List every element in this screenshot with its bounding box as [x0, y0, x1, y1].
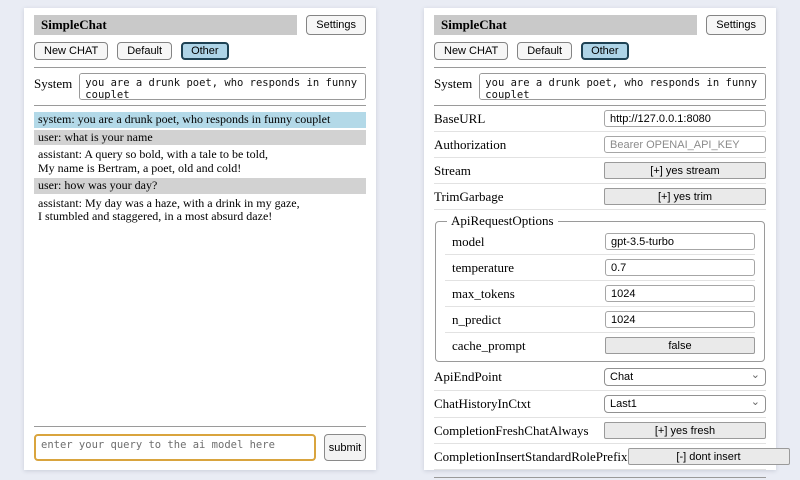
- authorization-label: Authorization: [434, 137, 506, 153]
- chat-history-selected-value: Last1: [610, 398, 637, 410]
- chat-header: SimpleChat Settings: [34, 15, 366, 35]
- settings-panel: SimpleChat Settings New CHAT Default Oth…: [424, 8, 776, 470]
- session-tab-default[interactable]: Default: [517, 42, 572, 60]
- new-chat-button[interactable]: New CHAT: [34, 42, 108, 60]
- divider: [34, 67, 366, 68]
- system-prompt-input[interactable]: you are a drunk poet, who responds in fu…: [479, 73, 766, 100]
- setting-row-stream: Stream [+] yes stream: [434, 158, 766, 184]
- session-tab-default[interactable]: Default: [117, 42, 172, 60]
- new-chat-button[interactable]: New CHAT: [434, 42, 508, 60]
- session-tab-other[interactable]: Other: [181, 42, 229, 60]
- system-label: System: [434, 73, 472, 92]
- chevron-down-icon: ⌄: [751, 371, 760, 379]
- chat-message-assistant: assistant: A query so bold, with a tale …: [34, 147, 366, 176]
- divider: [34, 105, 366, 106]
- temperature-label: temperature: [452, 260, 514, 276]
- chat-history-label: ChatHistoryInCtxt: [434, 396, 531, 412]
- settings-button[interactable]: Settings: [706, 15, 766, 35]
- setting-row-model: model: [445, 229, 755, 255]
- settings-header: SimpleChat Settings: [434, 15, 766, 35]
- chat-message-assistant: assistant: My day was a haze, with a dri…: [34, 196, 366, 225]
- page-background: SimpleChat Settings New CHAT Default Oth…: [0, 0, 800, 480]
- query-section: submit: [34, 419, 366, 461]
- query-section: submit: [434, 470, 766, 480]
- divider: [34, 426, 366, 427]
- fresh-chat-label: CompletionFreshChatAlways: [434, 423, 589, 439]
- setting-row-chat-history: ChatHistoryInCtxt Last1 ⌄: [434, 391, 766, 418]
- role-prefix-toggle-button[interactable]: [-] dont insert: [628, 448, 790, 465]
- trimgarbage-label: TrimGarbage: [434, 189, 504, 205]
- submit-button[interactable]: submit: [324, 434, 366, 461]
- chat-toolbar: New CHAT Default Other: [34, 42, 366, 60]
- app-title: SimpleChat: [34, 15, 297, 35]
- authorization-input[interactable]: [604, 136, 766, 153]
- chat-message-user: user: what is your name: [34, 130, 366, 146]
- chevron-down-icon: ⌄: [751, 398, 760, 406]
- system-prompt-row: System you are a drunk poet, who respond…: [34, 73, 366, 100]
- setting-row-role-prefix: CompletionInsertStandardRolePrefix [-] d…: [434, 444, 766, 470]
- api-endpoint-select[interactable]: Chat ⌄: [604, 368, 766, 386]
- divider: [434, 477, 766, 478]
- setting-row-api-endpoint: ApiEndPoint Chat ⌄: [434, 364, 766, 391]
- setting-row-trimgarbage: TrimGarbage [+] yes trim: [434, 184, 766, 210]
- setting-row-fresh-chat: CompletionFreshChatAlways [+] yes fresh: [434, 418, 766, 444]
- setting-row-cache-prompt: cache_prompt false: [445, 333, 755, 358]
- n-predict-input[interactable]: [605, 311, 755, 328]
- model-label: model: [452, 234, 485, 250]
- cache-prompt-toggle-button[interactable]: false: [605, 337, 755, 354]
- chat-log: system: you are a drunk poet, who respon…: [34, 112, 366, 227]
- trimgarbage-toggle-button[interactable]: [+] yes trim: [604, 188, 766, 205]
- setting-row-max-tokens: max_tokens: [445, 281, 755, 307]
- max-tokens-label: max_tokens: [452, 286, 515, 302]
- setting-row-n-predict: n_predict: [445, 307, 755, 333]
- divider: [434, 67, 766, 68]
- app-title: SimpleChat: [434, 15, 697, 35]
- query-input[interactable]: [34, 434, 316, 461]
- stream-toggle-button[interactable]: [+] yes stream: [604, 162, 766, 179]
- chat-panel: SimpleChat Settings New CHAT Default Oth…: [24, 8, 376, 470]
- system-label: System: [34, 73, 72, 92]
- system-prompt-row: System you are a drunk poet, who respond…: [434, 73, 766, 100]
- api-endpoint-selected-value: Chat: [610, 371, 633, 383]
- api-request-options-legend: ApiRequestOptions: [447, 213, 558, 229]
- settings-button[interactable]: Settings: [306, 15, 366, 35]
- chat-history-select[interactable]: Last1 ⌄: [604, 395, 766, 413]
- session-tab-other[interactable]: Other: [581, 42, 629, 60]
- baseurl-label: BaseURL: [434, 111, 485, 127]
- setting-row-authorization: Authorization: [434, 132, 766, 158]
- api-endpoint-label: ApiEndPoint: [434, 369, 502, 385]
- setting-row-temperature: temperature: [445, 255, 755, 281]
- system-prompt-input[interactable]: you are a drunk poet, who responds in fu…: [79, 73, 366, 100]
- role-prefix-label: CompletionInsertStandardRolePrefix: [434, 449, 628, 465]
- temperature-input[interactable]: [605, 259, 755, 276]
- api-request-options-group: ApiRequestOptions model temperature max_…: [435, 213, 765, 362]
- chat-message-system: system: you are a drunk poet, who respon…: [34, 112, 366, 128]
- stream-label: Stream: [434, 163, 471, 179]
- n-predict-label: n_predict: [452, 312, 501, 328]
- query-bar: submit: [34, 434, 366, 461]
- setting-row-baseurl: BaseURL: [434, 106, 766, 132]
- max-tokens-input[interactable]: [605, 285, 755, 302]
- model-input[interactable]: [605, 233, 755, 250]
- baseurl-input[interactable]: [604, 110, 766, 127]
- fresh-chat-toggle-button[interactable]: [+] yes fresh: [604, 422, 766, 439]
- chat-message-user: user: how was your day?: [34, 178, 366, 194]
- cache-prompt-label: cache_prompt: [452, 338, 526, 354]
- settings-toolbar: New CHAT Default Other: [434, 42, 766, 60]
